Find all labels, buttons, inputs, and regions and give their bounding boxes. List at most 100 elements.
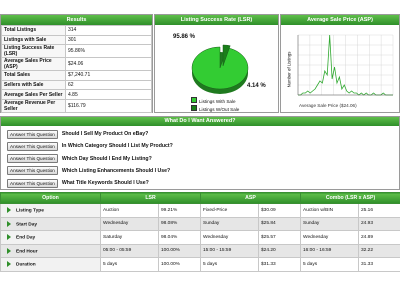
lsr-value: 05:00 - 05:59: [100, 243, 159, 258]
results-value: 95.86%: [65, 44, 152, 59]
question-row: Answer This Question Which Day Should I E…: [1, 153, 152, 164]
lsr-panel: Listing Success Rate (LSR) 95.86 % 4.14 …: [154, 14, 279, 113]
combo-value: Sunday: [300, 216, 360, 231]
answer-question-button[interactable]: Answer This Question: [7, 154, 58, 164]
results-value: 301: [65, 34, 152, 46]
lsr-percent: 100.00%: [158, 257, 201, 272]
results-row: Sellers with Sale 62: [1, 79, 152, 91]
legend-label-sale: Listings With Sale: [199, 99, 236, 104]
asp-value: 5 days: [200, 257, 259, 272]
results-row: Listing Success Rate (LSR) 95.86%: [1, 44, 152, 59]
combo-value: Auction w/BIN: [300, 203, 360, 218]
results-row: Average Revenue Per Seller $116.79: [1, 98, 152, 113]
option-row: Start Day Wednesday 98.08% Sunday $25.84 Sund…: [0, 216, 400, 231]
legend-item-sale: Listings With Sale: [191, 97, 239, 105]
lsr-pie-chart: [191, 44, 249, 94]
option-name-cell[interactable]: End Hour: [0, 243, 101, 258]
expand-arrow-icon[interactable]: [7, 261, 11, 268]
option-name-cell[interactable]: Duration: [0, 257, 101, 272]
results-label: Average Sales Per Seller: [1, 89, 66, 100]
asp-value: Fixed-Price: [200, 203, 259, 218]
options-panel: Option LSR ASP Combo (LSR x ASP) Listing…: [0, 192, 400, 300]
question-text: Should I Sell My Product On eBay?: [61, 131, 149, 138]
questions-title: What Do I Want Answered?: [1, 117, 399, 126]
asp-ylabel: Number of Listings: [286, 51, 292, 88]
asp-amount: $25.84: [257, 216, 302, 231]
expand-arrow-icon[interactable]: [7, 247, 11, 254]
legend-swatch-sale: [191, 97, 197, 103]
asp-panel: Average Sale Price (ASP) Number of Listi…: [280, 14, 400, 113]
results-row: Average Sales Price (ASP) $24.06: [1, 57, 152, 72]
answer-question-button[interactable]: Answer This Question: [7, 178, 58, 188]
results-value: $7,240.71: [65, 70, 152, 81]
header-option: Option: [0, 192, 101, 204]
asp-line-chart: [297, 34, 394, 96]
combo-value: 16:00 - 16:59: [300, 243, 360, 258]
combo-value: Wednesday: [300, 230, 360, 245]
legend-label-nosale: Listings W/Out Sale: [199, 107, 240, 112]
lsr-value: 5 days: [100, 257, 159, 272]
option-name: Start Day: [16, 221, 38, 227]
expand-arrow-icon[interactable]: [7, 220, 11, 227]
lsr-value: Saturday: [100, 230, 159, 245]
results-value: 4.85: [65, 89, 152, 100]
option-name: End Day: [16, 235, 36, 241]
answer-question-button[interactable]: Answer This Question: [7, 129, 58, 139]
question-row: Answer This Question What Title Keywords …: [1, 178, 149, 189]
lsr-title: Listing Success Rate (LSR): [155, 15, 278, 25]
asp-amount: $30.09: [257, 203, 302, 218]
results-row: Average Sales Per Seller 4.85: [1, 89, 152, 100]
asp-amount: $25.57: [257, 230, 302, 245]
option-name-cell[interactable]: Listing Type: [0, 203, 101, 218]
asp-amount: $31.33: [257, 257, 302, 272]
lsr-value: Auction: [100, 203, 159, 218]
asp-title: Average Sale Price (ASP): [281, 15, 399, 25]
option-name-cell[interactable]: End Day: [0, 230, 101, 245]
combo-value: 5 days: [300, 257, 360, 272]
question-row: Answer This Question Should I Sell My Pro…: [1, 129, 148, 140]
results-label: Average Revenue Per Seller: [1, 98, 66, 113]
combo-amount: 31.33: [358, 257, 400, 272]
results-row: Listings with Sale 301: [1, 34, 152, 46]
expand-arrow-icon[interactable]: [7, 207, 11, 214]
expand-arrow-icon[interactable]: [7, 234, 11, 241]
results-panel: Results Total Listings 314 Listings with S…: [0, 14, 153, 113]
option-name: End Hour: [16, 248, 38, 254]
lsr-percent: 98.08%: [158, 216, 201, 231]
results-label: Total Listings: [1, 25, 66, 36]
question-text: Which Day Should I End My Listing?: [61, 155, 152, 162]
asp-xlabel: Average Sale Price ($24.06): [299, 103, 357, 108]
results-value: $24.06: [65, 57, 152, 72]
question-text: In Which Category Should I List My Produ…: [61, 143, 173, 150]
option-name-cell[interactable]: Start Day: [0, 216, 101, 231]
lsr-percent: 100.00%: [158, 243, 201, 258]
results-row: Total Listings 314: [1, 25, 152, 36]
lsr-legend: Listings With Sale Listings W/Out Sale: [191, 97, 239, 113]
legend-item-nosale: Listings W/Out Sale: [191, 105, 239, 113]
results-label: Listing Success Rate (LSR): [1, 44, 66, 59]
answer-question-button[interactable]: Answer This Question: [7, 141, 58, 151]
header-lsr: LSR: [100, 192, 201, 204]
combo-amount: 25.16: [358, 203, 400, 218]
results-label: Average Sales Price (ASP): [1, 57, 66, 72]
answer-question-button[interactable]: Answer This Question: [7, 166, 58, 176]
results-value: 314: [65, 25, 152, 36]
combo-amount: 24.93: [358, 216, 400, 231]
option-name: Duration: [16, 262, 36, 268]
lsr-percent: 98.04%: [158, 230, 201, 245]
results-label: Sellers with Sale: [1, 79, 66, 91]
asp-value: Wednesday: [200, 230, 259, 245]
lsr-percent: 99.21%: [158, 203, 201, 218]
pie-slice-sale: [191, 46, 249, 90]
questions-panel: What Do I Want Answered? Answer This Que…: [0, 116, 400, 190]
question-text: What Title Keywords Should I Use?: [61, 180, 149, 187]
results-row: Total Sales $7,240.71: [1, 70, 152, 81]
legend-swatch-nosale: [191, 105, 197, 111]
header-combo: Combo (LSR x ASP): [300, 192, 400, 204]
option-row: Duration 5 days 100.00% 5 days $31.33 5 days 3…: [0, 257, 400, 272]
option-row: End Hour 05:00 - 05:59 100.00% 15:00 - 15:5…: [0, 243, 400, 258]
results-value: 62: [65, 79, 152, 91]
option-name: Listing Type: [16, 208, 44, 214]
results-label: Total Sales: [1, 70, 66, 81]
asp-value: Sunday: [200, 216, 259, 231]
